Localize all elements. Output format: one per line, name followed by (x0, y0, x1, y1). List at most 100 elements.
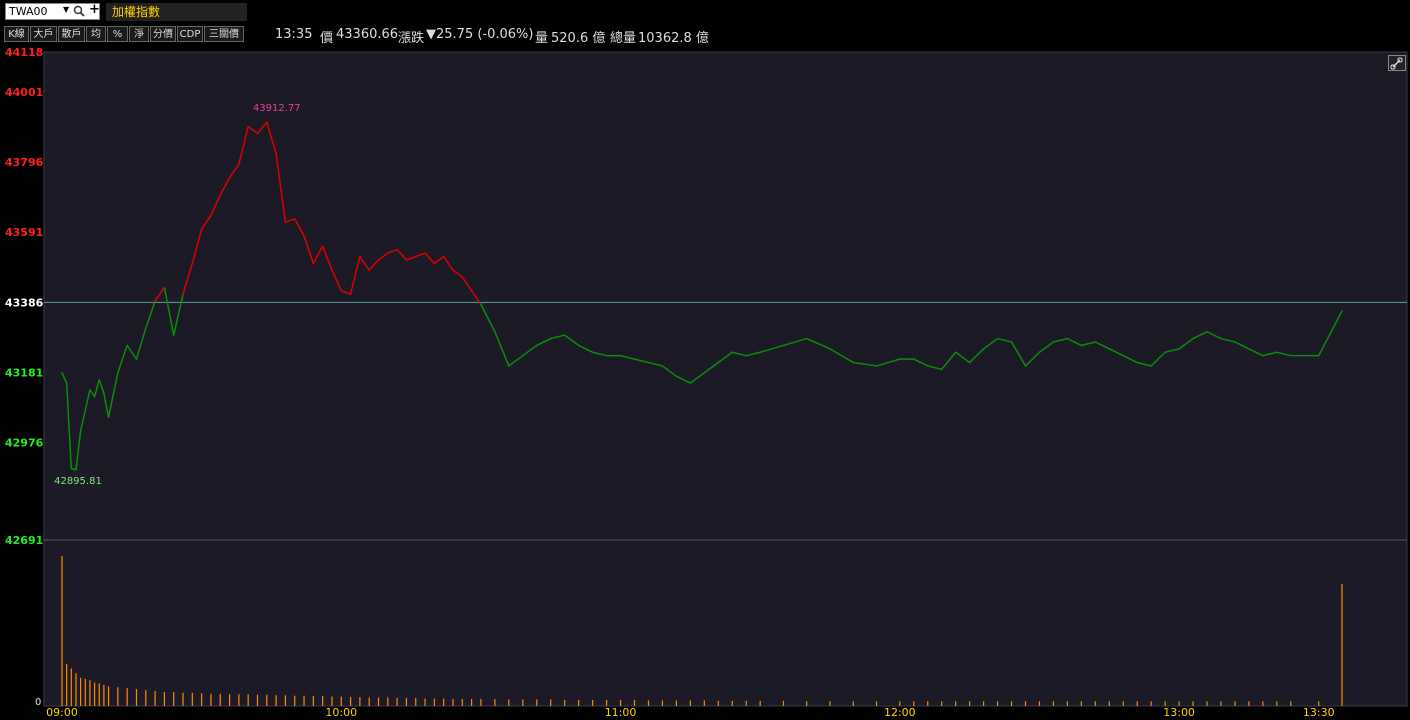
volume-bar (550, 699, 552, 706)
high-label: 43912.77 (253, 103, 301, 114)
toolbar-button-6[interactable]: 分價 (150, 26, 176, 42)
price-point (387, 252, 389, 254)
volume-bar (163, 691, 165, 706)
volume-bar (852, 701, 854, 706)
volume-bar (1341, 584, 1343, 706)
price-value: 43360.66 (336, 27, 399, 42)
price-point (1066, 337, 1069, 340)
search-icon[interactable] (73, 5, 85, 17)
volume-bar (675, 700, 677, 706)
price-point (461, 276, 464, 278)
price-point (1164, 351, 1166, 354)
volume-bar (703, 700, 705, 706)
x-tick-label: 12:00 (884, 706, 916, 719)
price-point (954, 351, 957, 354)
price-point (89, 389, 91, 391)
price-point (377, 259, 380, 261)
price-point (577, 344, 580, 347)
change-value: ▼25.75 (-0.06%) (426, 27, 534, 42)
price-point (563, 334, 566, 336)
volume-bar (619, 699, 622, 706)
volume-bar (405, 698, 408, 706)
price-point (312, 262, 315, 265)
volume-bar (266, 694, 268, 706)
volume-bar (377, 697, 380, 706)
volume-bar (1136, 701, 1138, 706)
price-point (480, 303, 482, 306)
price-point (154, 300, 156, 302)
volume-bar (331, 696, 333, 706)
volume-zero-label: 0 (35, 697, 41, 708)
toolbar-button-7[interactable]: CDP (177, 26, 203, 42)
price-point (1080, 344, 1083, 347)
price-point (65, 382, 68, 384)
price-point (340, 289, 343, 292)
toolbar-button-0[interactable]: K線 (4, 26, 29, 42)
toolbar-button-3[interactable]: 均 (86, 26, 106, 42)
volume-bar (1094, 701, 1096, 706)
volume-bar (452, 698, 454, 706)
volume-bar (80, 677, 82, 706)
price-point (331, 269, 333, 271)
price-point (321, 245, 324, 248)
volume-bar (1220, 701, 1222, 706)
volume-bar (173, 691, 175, 706)
volume-bar (75, 673, 77, 706)
toolbar-button-2[interactable]: 散戶 (58, 26, 85, 42)
volume-bar (731, 700, 733, 706)
price-point (1108, 348, 1111, 350)
price-point (61, 371, 63, 374)
volume-bar (103, 684, 105, 706)
volume-bar (126, 688, 128, 706)
toolbar-button-1[interactable]: 大戶 (30, 26, 57, 42)
price-point (1206, 330, 1208, 333)
x-tick-label: 09:00 (46, 706, 78, 719)
volume-bar (1318, 701, 1320, 706)
price-point (247, 125, 249, 128)
y-tick-label: 44118 (5, 46, 43, 59)
volume-bar (1010, 701, 1013, 706)
price-point (135, 358, 138, 360)
volume-bar (84, 678, 86, 706)
price-point (284, 221, 287, 224)
toolbar-button-5[interactable]: 淨 (129, 26, 149, 42)
price-point (238, 163, 240, 165)
toolbar-button-8[interactable]: 三關價 (204, 26, 244, 42)
symbol-input[interactable]: TWA00 ▼ + (5, 2, 100, 20)
symbol-code: TWA00 (9, 5, 48, 18)
price-point (303, 235, 305, 237)
price-point (359, 255, 361, 258)
price-point (633, 358, 636, 360)
volume-bar (135, 689, 138, 706)
price-point (661, 365, 664, 367)
price-point (70, 467, 73, 470)
link-icon[interactable] (1388, 55, 1406, 71)
volume-bar (368, 697, 370, 706)
price-point (75, 469, 77, 471)
top-bar: TWA00 ▼ + 加權指數 (0, 0, 1410, 24)
add-icon[interactable]: + (89, 2, 100, 17)
price-point (605, 354, 608, 357)
price-point (759, 351, 761, 354)
price-point (1317, 354, 1320, 357)
chevron-down-icon[interactable]: ▼ (63, 5, 69, 14)
volume-bar (1038, 701, 1041, 706)
y-tick-label: 42976 (5, 437, 44, 450)
volume-bar (219, 693, 221, 706)
volume-bar (745, 700, 747, 706)
volume-bar (349, 697, 352, 706)
price-point (1136, 361, 1138, 364)
volume-bar (806, 701, 808, 706)
price-point (968, 361, 971, 364)
toolbar-button-4[interactable]: % (107, 26, 128, 42)
price-point (508, 365, 510, 367)
price-point (940, 368, 943, 371)
price-point (266, 121, 268, 123)
volume-bar (1164, 701, 1166, 706)
price-point (982, 348, 985, 350)
volume-bar (98, 683, 100, 706)
price-point (1220, 337, 1222, 340)
volume-bar (415, 698, 417, 706)
price-point (191, 262, 194, 265)
low-label: 42895.81 (54, 476, 102, 487)
